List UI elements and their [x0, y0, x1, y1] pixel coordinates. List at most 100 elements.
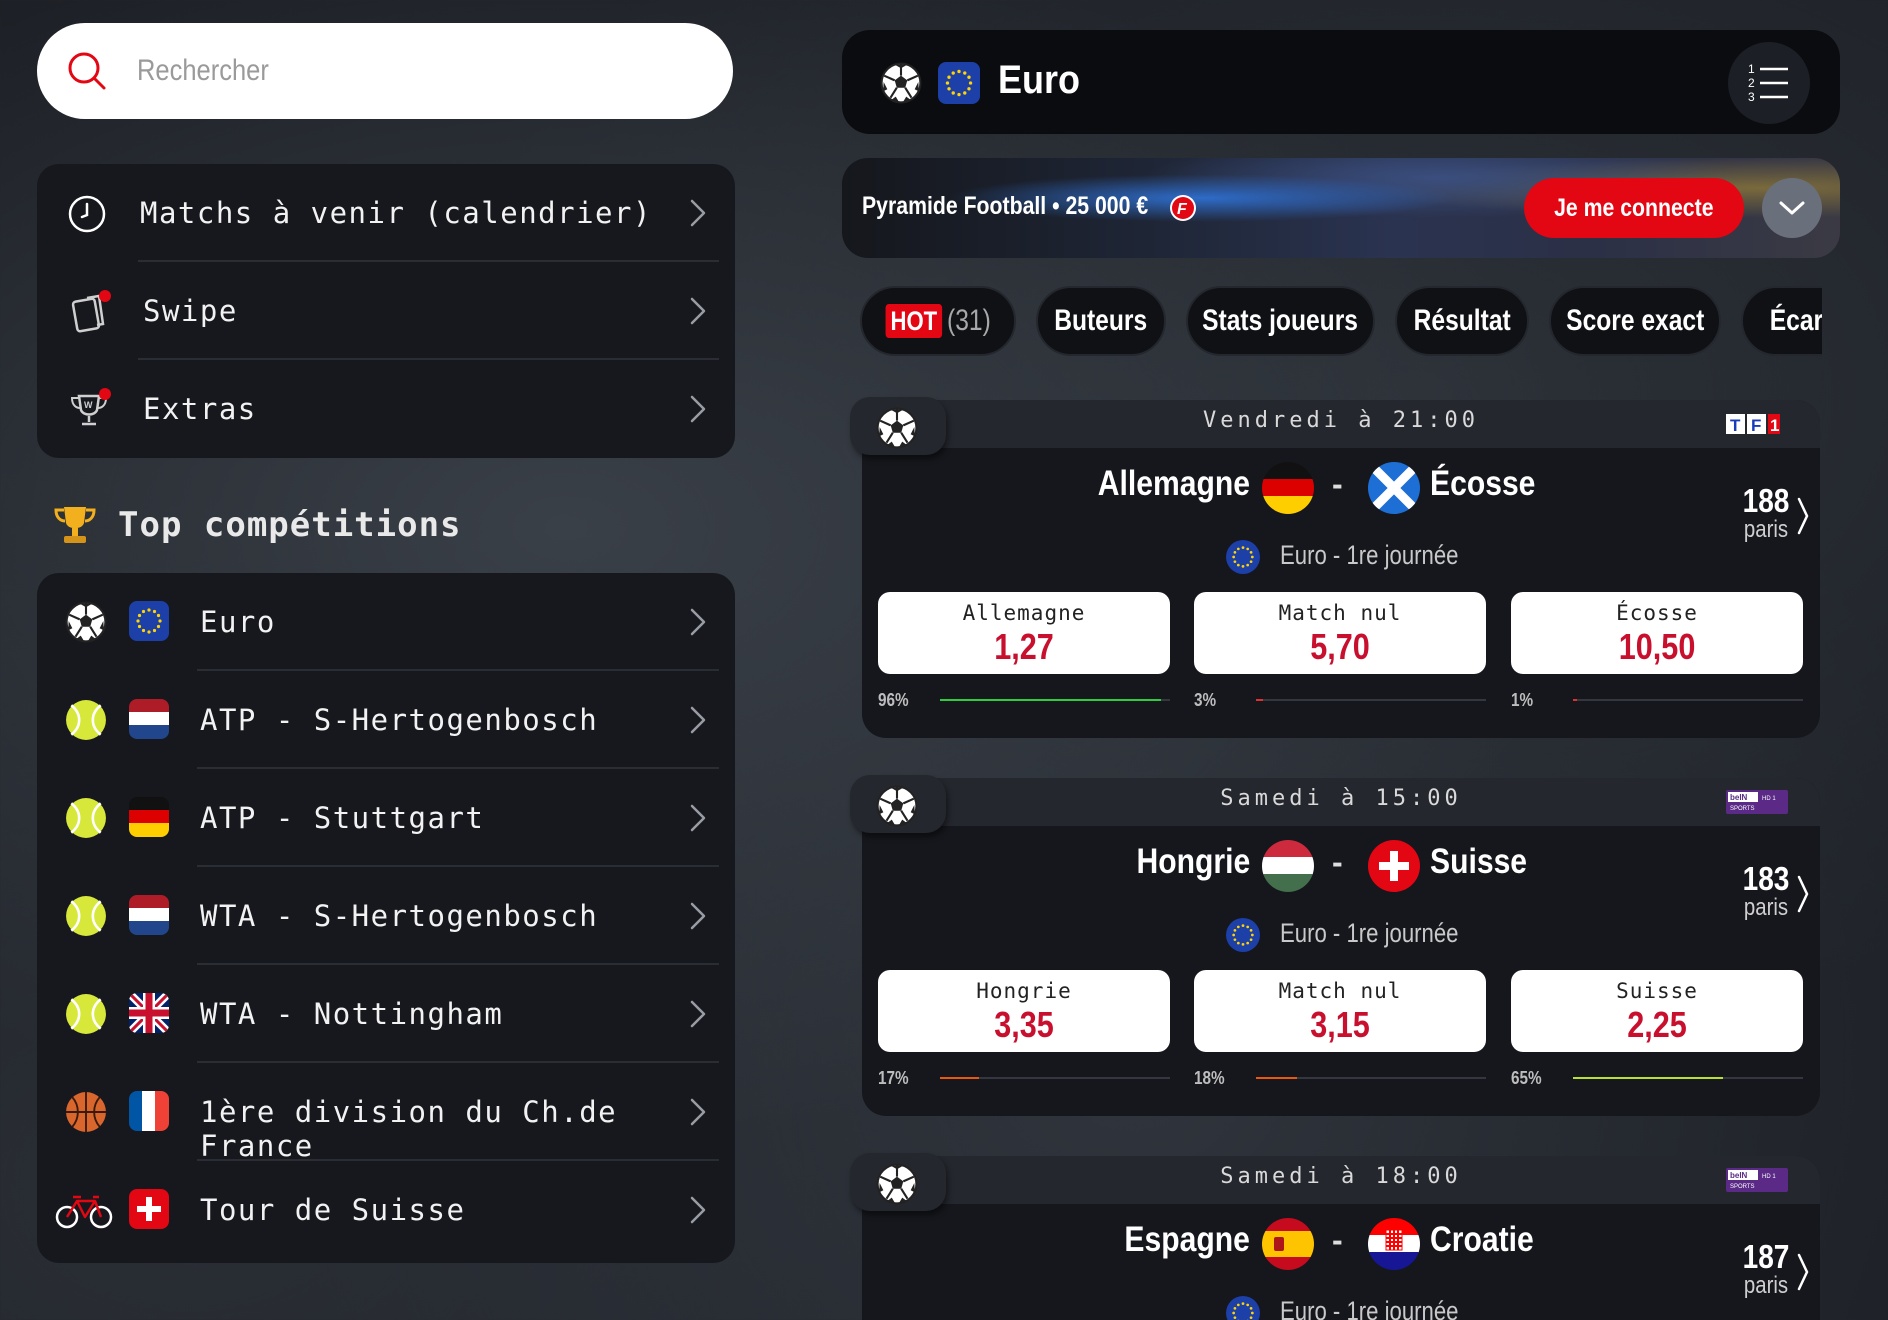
- scotland-flag-icon: [1368, 462, 1420, 514]
- competition-item-wta-s-hertogenbosch[interactable]: WTA - S-Hertogenbosch: [37, 867, 735, 965]
- chip-stats-joueurs[interactable]: Stats joueurs: [1186, 286, 1375, 356]
- chip-buteurs[interactable]: Buteurs: [1036, 286, 1166, 356]
- chevron-right-icon: [689, 1195, 707, 1225]
- market-filters: HOT (31) Buteurs Stats joueurs Résultat S…: [860, 286, 1822, 358]
- odd-value: 3,15: [1310, 1004, 1370, 1045]
- bets-count-link[interactable]: 187 paris: [1726, 1238, 1806, 1300]
- tf1-logo-icon: [1726, 412, 1788, 436]
- bet-share-bar: [1573, 699, 1803, 701]
- soccer-ball-icon: [876, 1163, 918, 1205]
- competition-label: ATP - Stuttgart: [200, 801, 485, 835]
- chip-resultat[interactable]: Résultat: [1395, 286, 1529, 356]
- sport-tab: [850, 397, 946, 455]
- competition-title: Euro: [998, 58, 1081, 102]
- clock-icon: [68, 195, 106, 233]
- chip-label: Stats joueurs: [1202, 304, 1359, 337]
- chevron-right-icon: [689, 705, 707, 735]
- match-card[interactable]: Samedi à 18:00 Espagne - Croatie Euro - …: [850, 1153, 1820, 1320]
- bet-share-bar: [940, 1077, 1170, 1079]
- competition-item-atp-stuttgart[interactable]: ATP - Stuttgart: [37, 769, 735, 867]
- competition-label: ATP - S-Hertogenbosch: [200, 703, 599, 737]
- eu-flag-icon: [1226, 540, 1260, 574]
- eu-flag-icon: [129, 601, 169, 641]
- nav-item-matchs-a-venir[interactable]: Matchs à venir (calendrier): [37, 164, 735, 262]
- odd-button-home[interactable]: Hongrie 3,35: [878, 970, 1170, 1052]
- odd-button-away[interactable]: Suisse 2,25: [1511, 970, 1803, 1052]
- chip-ecart[interactable]: Écart: [1741, 286, 1822, 356]
- nav-item-swipe[interactable]: Swipe: [37, 262, 735, 360]
- versus-dash: -: [1332, 466, 1343, 502]
- home-team: Allemagne: [1097, 464, 1250, 503]
- search-bar[interactable]: [37, 23, 733, 119]
- bets-label: paris: [1743, 1272, 1789, 1299]
- chevron-right-icon: [689, 999, 707, 1029]
- match-card[interactable]: Samedi à 15:00 Hongrie - Suisse Euro - 1…: [850, 775, 1820, 1116]
- bet-share-fill: [1256, 699, 1263, 701]
- fdj-logo-icon: F: [1170, 195, 1196, 221]
- chip-hot[interactable]: HOT (31): [860, 286, 1016, 356]
- chevron-down-icon: [1779, 201, 1805, 215]
- germany-flag-icon: [129, 797, 169, 837]
- odd-button-draw[interactable]: Match nul 3,15: [1194, 970, 1486, 1052]
- odd-value: 10,50: [1618, 626, 1696, 667]
- ranking-button[interactable]: 1 2 3: [1728, 42, 1810, 124]
- nav-item-label: Swipe: [143, 294, 238, 328]
- eu-flag-icon: [1226, 918, 1260, 952]
- competition-item-atp-s-hertogenbosch[interactable]: ATP - S-Hertogenbosch: [37, 671, 735, 769]
- bicycle-icon: [55, 1195, 113, 1229]
- bet-share-bar: [940, 699, 1170, 701]
- svg-text:W: W: [84, 400, 93, 410]
- bet-share-bar: [1573, 1077, 1803, 1079]
- netherlands-flag-icon: [129, 699, 169, 739]
- match-card[interactable]: Vendredi à 21:00 Allemagne - Écosse Euro…: [850, 397, 1820, 738]
- bet-share-percent: 17%: [878, 1068, 909, 1088]
- odd-value: 1,27: [994, 626, 1054, 667]
- competition-item-1ere-division[interactable]: 1ère division du Ch.de France: [37, 1063, 735, 1163]
- odd-label: Suisse: [1616, 979, 1698, 1003]
- nav-item-label: Matchs à venir (calendrier): [140, 196, 652, 230]
- competition-item-euro[interactable]: Euro: [37, 573, 735, 671]
- tennis-ball-icon: [65, 699, 107, 741]
- bets-count-link[interactable]: 188 paris: [1726, 482, 1806, 544]
- basketball-icon: [66, 1092, 106, 1132]
- soccer-ball-icon: [65, 601, 107, 643]
- nav-item-extras[interactable]: W Extras: [37, 360, 735, 458]
- home-team: Espagne: [1124, 1220, 1250, 1259]
- competition-label: 1ère division du Ch.de France: [200, 1095, 618, 1163]
- bet-share-bar: [1256, 699, 1486, 701]
- chevron-right-icon: [689, 1097, 707, 1127]
- odd-button-away[interactable]: Écosse 10,50: [1511, 592, 1803, 674]
- odd-button-draw[interactable]: Match nul 5,70: [1194, 592, 1486, 674]
- chip-label: Écart: [1770, 304, 1822, 337]
- competition-item-tour-de-suisse[interactable]: Tour de Suisse: [37, 1161, 735, 1259]
- search-input[interactable]: [137, 43, 613, 99]
- soccer-ball-icon: [876, 407, 918, 449]
- bet-share-fill: [1256, 1077, 1298, 1079]
- numbered-list-icon: 1 2 3: [1748, 62, 1788, 104]
- bets-count-link[interactable]: 183 paris: [1726, 860, 1806, 922]
- odd-button-home[interactable]: Allemagne 1,27: [878, 592, 1170, 674]
- switzerland-flag-icon: [1368, 840, 1420, 892]
- section-title: Top compétitions: [118, 505, 462, 545]
- expand-button[interactable]: [1762, 178, 1822, 238]
- chevron-right-icon: [689, 394, 707, 424]
- chip-label: Résultat: [1413, 304, 1511, 337]
- away-team: Écosse: [1430, 464, 1536, 503]
- competition-item-wta-nottingham[interactable]: WTA - Nottingham: [37, 965, 735, 1063]
- bets-label: paris: [1743, 894, 1789, 921]
- svg-text:F: F: [1177, 201, 1188, 218]
- bein-sports-logo-icon: [1726, 1168, 1788, 1192]
- competition-label: Tour de Suisse: [200, 1193, 466, 1227]
- bet-share-percent: 1%: [1511, 690, 1534, 710]
- teams-row: Allemagne - Écosse: [862, 462, 1820, 522]
- chip-label: Buteurs: [1054, 304, 1148, 337]
- chip-score-exact[interactable]: Score exact: [1549, 286, 1721, 356]
- teams-row: Espagne - Croatie: [862, 1218, 1820, 1278]
- netherlands-flag-icon: [129, 895, 169, 935]
- spain-flag-icon: [1262, 1218, 1314, 1270]
- competition-label: WTA - S-Hertogenbosch: [200, 899, 599, 933]
- away-team: Suisse: [1430, 842, 1528, 881]
- login-button[interactable]: Je me connecte: [1524, 178, 1744, 238]
- competition-label: Euro: [200, 605, 276, 639]
- switzerland-flag-icon: [129, 1189, 169, 1229]
